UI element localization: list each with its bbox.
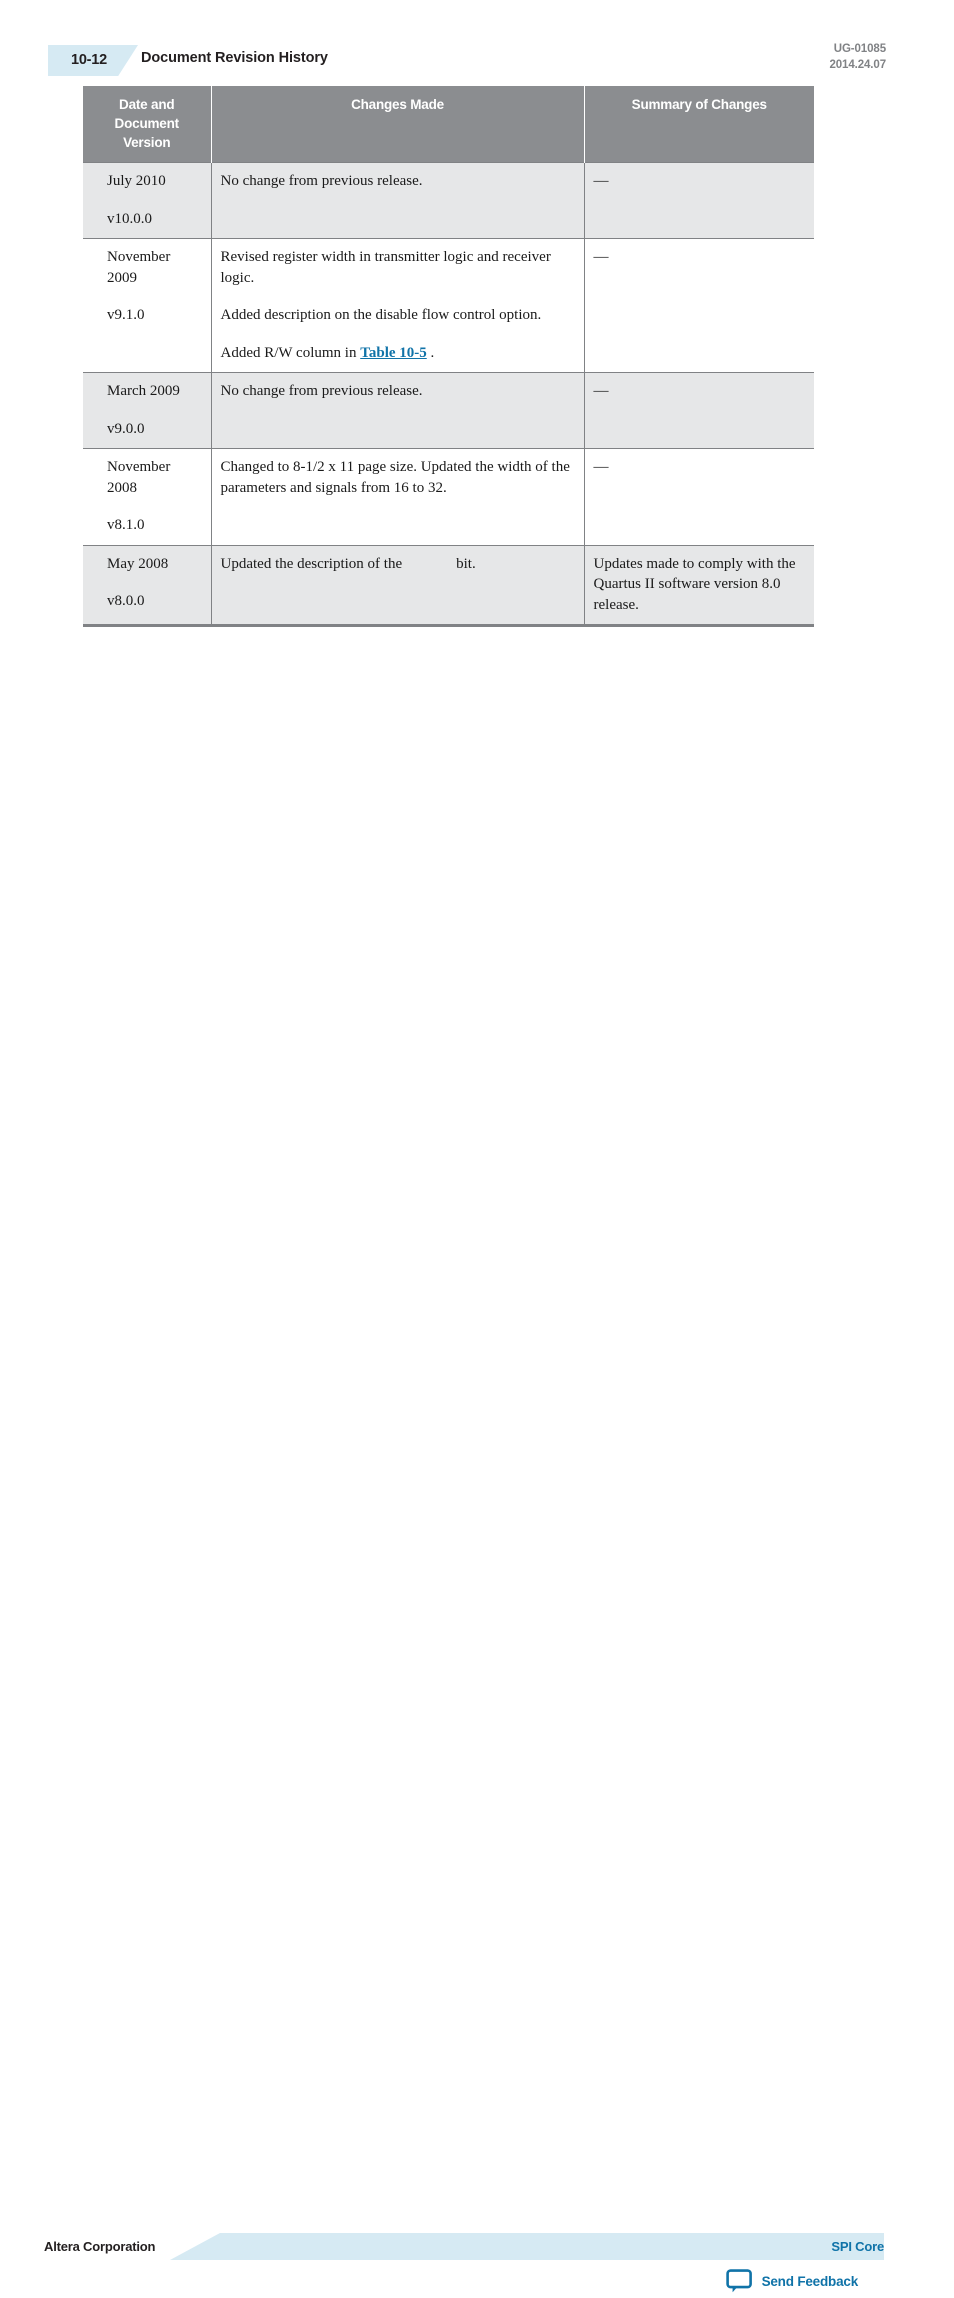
change-item-text: Added R/W column in <box>220 344 361 361</box>
table-header-row: Date and Document Version Changes Made S… <box>83 86 814 163</box>
cell-changes-made: Revised register width in transmitter lo… <box>210 238 584 373</box>
change-item-suffix: bit. <box>456 555 476 572</box>
change-item: No change from previous release. <box>220 173 423 189</box>
change-item-prefix: Updated the description of the <box>220 555 403 572</box>
cell-summary-of-changes: — <box>583 448 814 545</box>
revision-date: May 2008 <box>107 555 169 572</box>
cell-changes-made: Changed to 8-1/2 x 11 page size. Updated… <box>210 448 584 545</box>
footer-document-name: SPI Core <box>831 2239 884 2254</box>
page-header: 10-12 Document Revision History UG-01085… <box>0 0 954 90</box>
document-id: UG-01085 <box>833 43 886 55</box>
revision-version: v8.1.0 <box>107 517 145 533</box>
cell-summary-of-changes: — <box>583 238 814 373</box>
cell-date-version: May 2008 v8.0.0 <box>83 544 211 627</box>
cell-summary-of-changes: Updates made to comply with the Quartus … <box>583 544 814 627</box>
page-footer: Altera Corporation SPI Core Send Feedbac… <box>0 1110 954 2293</box>
change-item: No change from previous release. <box>220 383 423 399</box>
footer-company-name: Altera Corporation <box>44 2239 156 2254</box>
document-date: 2014.24.07 <box>829 58 886 71</box>
table-row: July 2010 v10.0.0 No change from previou… <box>83 162 814 239</box>
change-item: Revised register width in transmitter lo… <box>220 249 551 286</box>
column-header-line-2: Document <box>114 116 180 131</box>
column-header-changes-made: Changes Made <box>210 86 585 163</box>
change-item: Changed to 8-1/2 x 11 page size. Updated… <box>220 459 570 496</box>
column-header-date-version: Date and Document Version <box>83 86 212 163</box>
revision-version: v9.1.0 <box>107 307 145 323</box>
document-meta: UG-01085 2014.24.07 <box>829 42 886 73</box>
change-item: Added R/W column in Table 10-5 . <box>221 343 575 364</box>
page-title: Document Revision History <box>141 50 328 66</box>
cell-summary-of-changes: — <box>583 162 814 239</box>
revision-version: v8.0.0 <box>107 593 145 609</box>
revision-date: July 2010 <box>107 173 166 189</box>
revision-date: November 2008 <box>107 459 171 496</box>
cell-date-version: November 2009 v9.1.0 <box>83 238 211 373</box>
table-row: November 2008 v8.1.0 Changed to 8-1/2 x … <box>83 448 814 545</box>
cell-date-version: March 2009 v9.0.0 <box>83 372 211 449</box>
change-item: Updated the description of the bit. <box>221 554 575 575</box>
table-row: May 2008 v8.0.0 Updated the description … <box>83 544 814 627</box>
cell-summary-of-changes: — <box>583 372 814 449</box>
revision-version: v10.0.0 <box>107 210 152 227</box>
column-header-line-3: Version <box>123 135 171 150</box>
cell-changes-made: No change from previous release. <box>210 372 584 449</box>
cell-changes-made: Updated the description of the bit. <box>210 544 584 627</box>
speech-bubble-icon <box>725 2269 753 2293</box>
table-cross-reference-link[interactable]: Table 10-5 <box>360 345 427 361</box>
column-header-summary-of-changes: Summary of Changes <box>583 86 814 163</box>
revision-history-table: Date and Document Version Changes Made S… <box>83 86 814 627</box>
send-feedback-link[interactable]: Send Feedback <box>725 2269 859 2293</box>
change-item: Added description on the disable flow co… <box>220 307 542 323</box>
change-item-suffix: . <box>426 344 435 361</box>
column-header-line-1: Date and <box>119 97 175 112</box>
table-row: March 2009 v9.0.0 No change from previou… <box>83 372 814 449</box>
revision-date: March 2009 <box>107 383 180 399</box>
revision-date: November 2009 <box>107 249 171 286</box>
footer-band <box>170 2233 884 2260</box>
cell-date-version: July 2010 v10.0.0 <box>83 162 211 239</box>
send-feedback-label: Send Feedback <box>761 2273 859 2289</box>
table-row: November 2009 v9.1.0 Revised register wi… <box>83 238 814 373</box>
cell-date-version: November 2008 v8.1.0 <box>83 448 211 545</box>
revision-version: v9.0.0 <box>107 420 145 437</box>
cell-changes-made: No change from previous release. <box>210 162 584 239</box>
page-number: 10-12 <box>70 52 108 68</box>
